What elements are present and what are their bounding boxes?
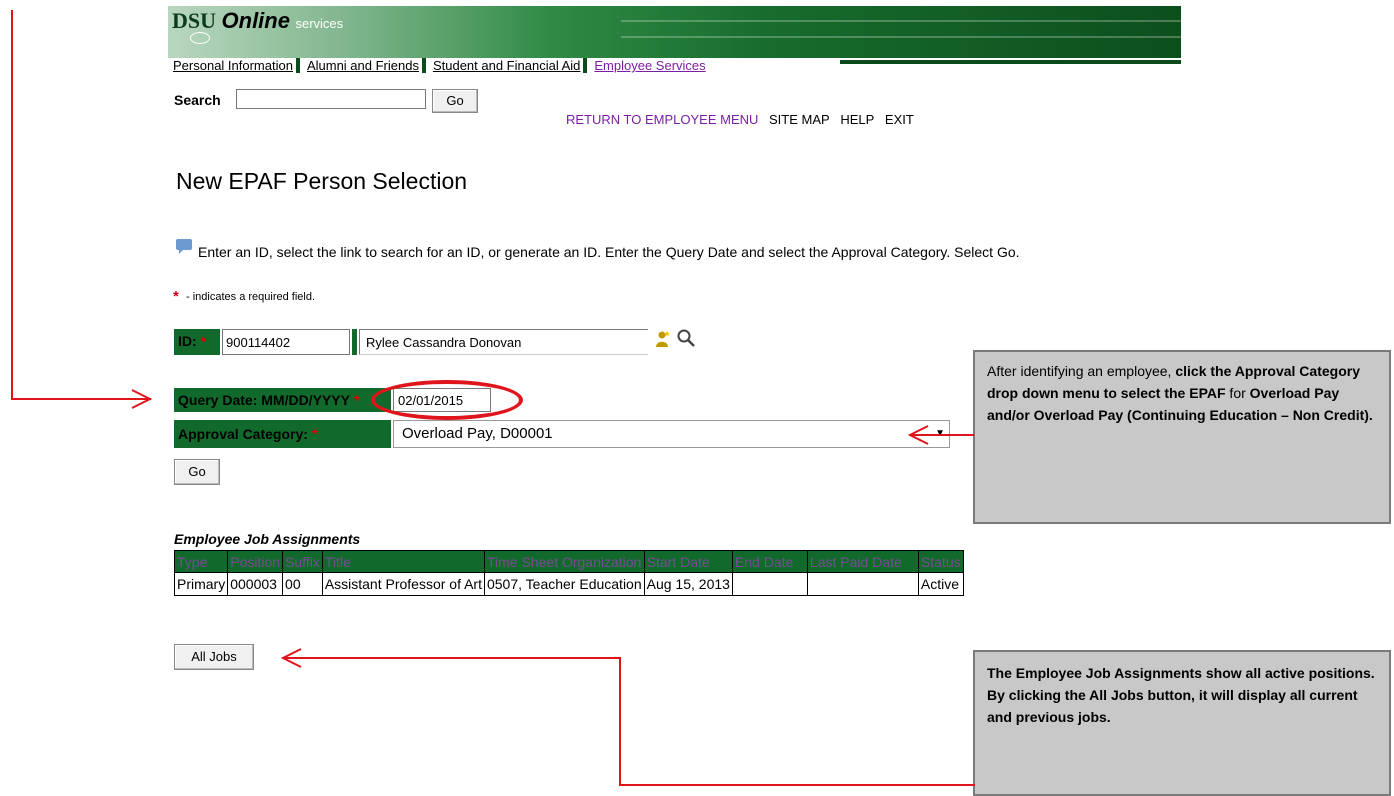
annotation-line-left bbox=[11, 10, 13, 400]
col-start-date: Start Date bbox=[643, 550, 733, 573]
col-time-sheet-organization: Time Sheet Organization bbox=[483, 550, 645, 573]
cell-start-date: Aug 15, 2013 bbox=[643, 572, 733, 596]
approval-category-label-text: Approval Category: bbox=[178, 426, 308, 442]
required-star-icon: * bbox=[173, 288, 179, 305]
col-end-date: End Date bbox=[731, 550, 808, 573]
all-jobs-button[interactable]: All Jobs bbox=[174, 644, 254, 670]
annotation-line-all-jobs bbox=[285, 657, 621, 659]
search-id-magnifier-icon[interactable] bbox=[676, 328, 696, 353]
col-last-paid-date: Last Paid Date bbox=[806, 550, 919, 573]
top-menu: RETURN TO EMPLOYEE MENU SITE MAP HELP EX… bbox=[566, 112, 921, 127]
required-star-icon: * bbox=[200, 333, 207, 349]
tab-personal-information[interactable]: Personal Information bbox=[170, 58, 300, 73]
logo-online: Online bbox=[221, 8, 290, 33]
cell-last-paid-date bbox=[806, 572, 919, 596]
search-input[interactable] bbox=[236, 89, 426, 109]
help-link[interactable]: HELP bbox=[840, 112, 874, 127]
form-go-button[interactable]: Go bbox=[174, 459, 220, 485]
tab-alumni-and-friends[interactable]: Alumni and Friends bbox=[303, 58, 426, 73]
exit-link[interactable]: EXIT bbox=[885, 112, 914, 127]
search-label: Search bbox=[174, 92, 221, 108]
query-date-label: Query Date: MM/DD/YYYY * bbox=[174, 388, 391, 412]
logo-dsu: DSU bbox=[172, 8, 217, 33]
col-position: Position bbox=[227, 550, 284, 573]
job-assignments-callout: The Employee Job Assignments show all ac… bbox=[973, 650, 1391, 796]
col-title: Title bbox=[321, 550, 485, 573]
dsu-online-logo[interactable]: DSU Online services bbox=[172, 8, 343, 34]
banner-stripe bbox=[621, 20, 1181, 22]
cell-time-sheet-organization: 0507, Teacher Education bbox=[483, 572, 645, 596]
approval-category-label: Approval Category: * bbox=[174, 420, 391, 448]
main-nav: Personal Information Alumni and Friends … bbox=[170, 57, 713, 73]
annotation-line-callout2 bbox=[619, 784, 975, 786]
annotation-line-all-jobs-vertical bbox=[619, 657, 621, 786]
callout1-text-2: for bbox=[1225, 385, 1250, 401]
search-go-button[interactable]: Go bbox=[432, 89, 478, 113]
page-title: New EPAF Person Selection bbox=[176, 168, 468, 194]
col-suffix: Suffix bbox=[282, 550, 323, 573]
table-header-row: Type Position Suffix Title Time Sheet Or… bbox=[173, 550, 964, 573]
site-map-link[interactable]: SITE MAP bbox=[769, 112, 830, 127]
cell-type: Primary bbox=[173, 572, 229, 596]
cell-suffix: 00 bbox=[282, 572, 323, 596]
table-row: Primary 000003 00 Assistant Professor of… bbox=[173, 572, 964, 596]
required-note: - indicates a required field. bbox=[186, 291, 316, 303]
job-assignments-table: Type Position Suffix Title Time Sheet Or… bbox=[173, 550, 964, 596]
approval-category-callout: After identifying an employee, click the… bbox=[973, 350, 1391, 524]
tab-student-and-financial-aid[interactable]: Student and Financial Aid bbox=[429, 58, 588, 73]
nav-divider bbox=[840, 60, 1181, 64]
tab-employee-services[interactable]: Employee Services bbox=[591, 58, 709, 73]
arrow-right-icon bbox=[131, 389, 153, 409]
required-star-icon: * bbox=[311, 426, 318, 442]
query-date-label-text: Query Date: MM/DD/YYYY bbox=[178, 392, 350, 408]
highlight-ellipse bbox=[371, 380, 523, 420]
logo-services: services bbox=[295, 16, 344, 31]
approval-category-select[interactable]: Overload Pay, D00001 ▼ bbox=[393, 420, 950, 448]
id-separator bbox=[352, 329, 357, 355]
banner-stripe bbox=[621, 36, 1181, 38]
arrow-left-icon bbox=[908, 425, 929, 445]
callout1-text-1: After identifying an employee, bbox=[987, 363, 1176, 379]
job-assignments-title: Employee Job Assignments bbox=[174, 531, 361, 547]
employee-name-field bbox=[359, 329, 648, 355]
cell-title: Assistant Professor of Art bbox=[321, 572, 485, 596]
cell-position: 000003 bbox=[227, 572, 284, 596]
required-star-icon: * bbox=[353, 392, 360, 408]
id-label: ID: * bbox=[174, 329, 220, 355]
return-to-employee-menu-link[interactable]: RETURN TO EMPLOYEE MENU bbox=[566, 112, 758, 127]
generate-id-person-icon[interactable] bbox=[655, 330, 671, 353]
instructions-text: Enter an ID, select the link to search f… bbox=[198, 244, 1020, 260]
id-input[interactable] bbox=[222, 329, 350, 355]
col-status: Status bbox=[917, 550, 964, 573]
arrow-left-icon bbox=[281, 648, 302, 668]
approval-category-value: Overload Pay, D00001 bbox=[402, 425, 553, 442]
header-banner: DSU Online services bbox=[168, 6, 1181, 58]
cell-status: Active bbox=[917, 572, 964, 596]
col-type: Type bbox=[173, 550, 229, 573]
mouse-icon bbox=[190, 32, 210, 44]
info-speech-icon bbox=[176, 239, 192, 254]
id-label-text: ID: bbox=[178, 333, 197, 349]
cell-end-date bbox=[731, 572, 808, 596]
